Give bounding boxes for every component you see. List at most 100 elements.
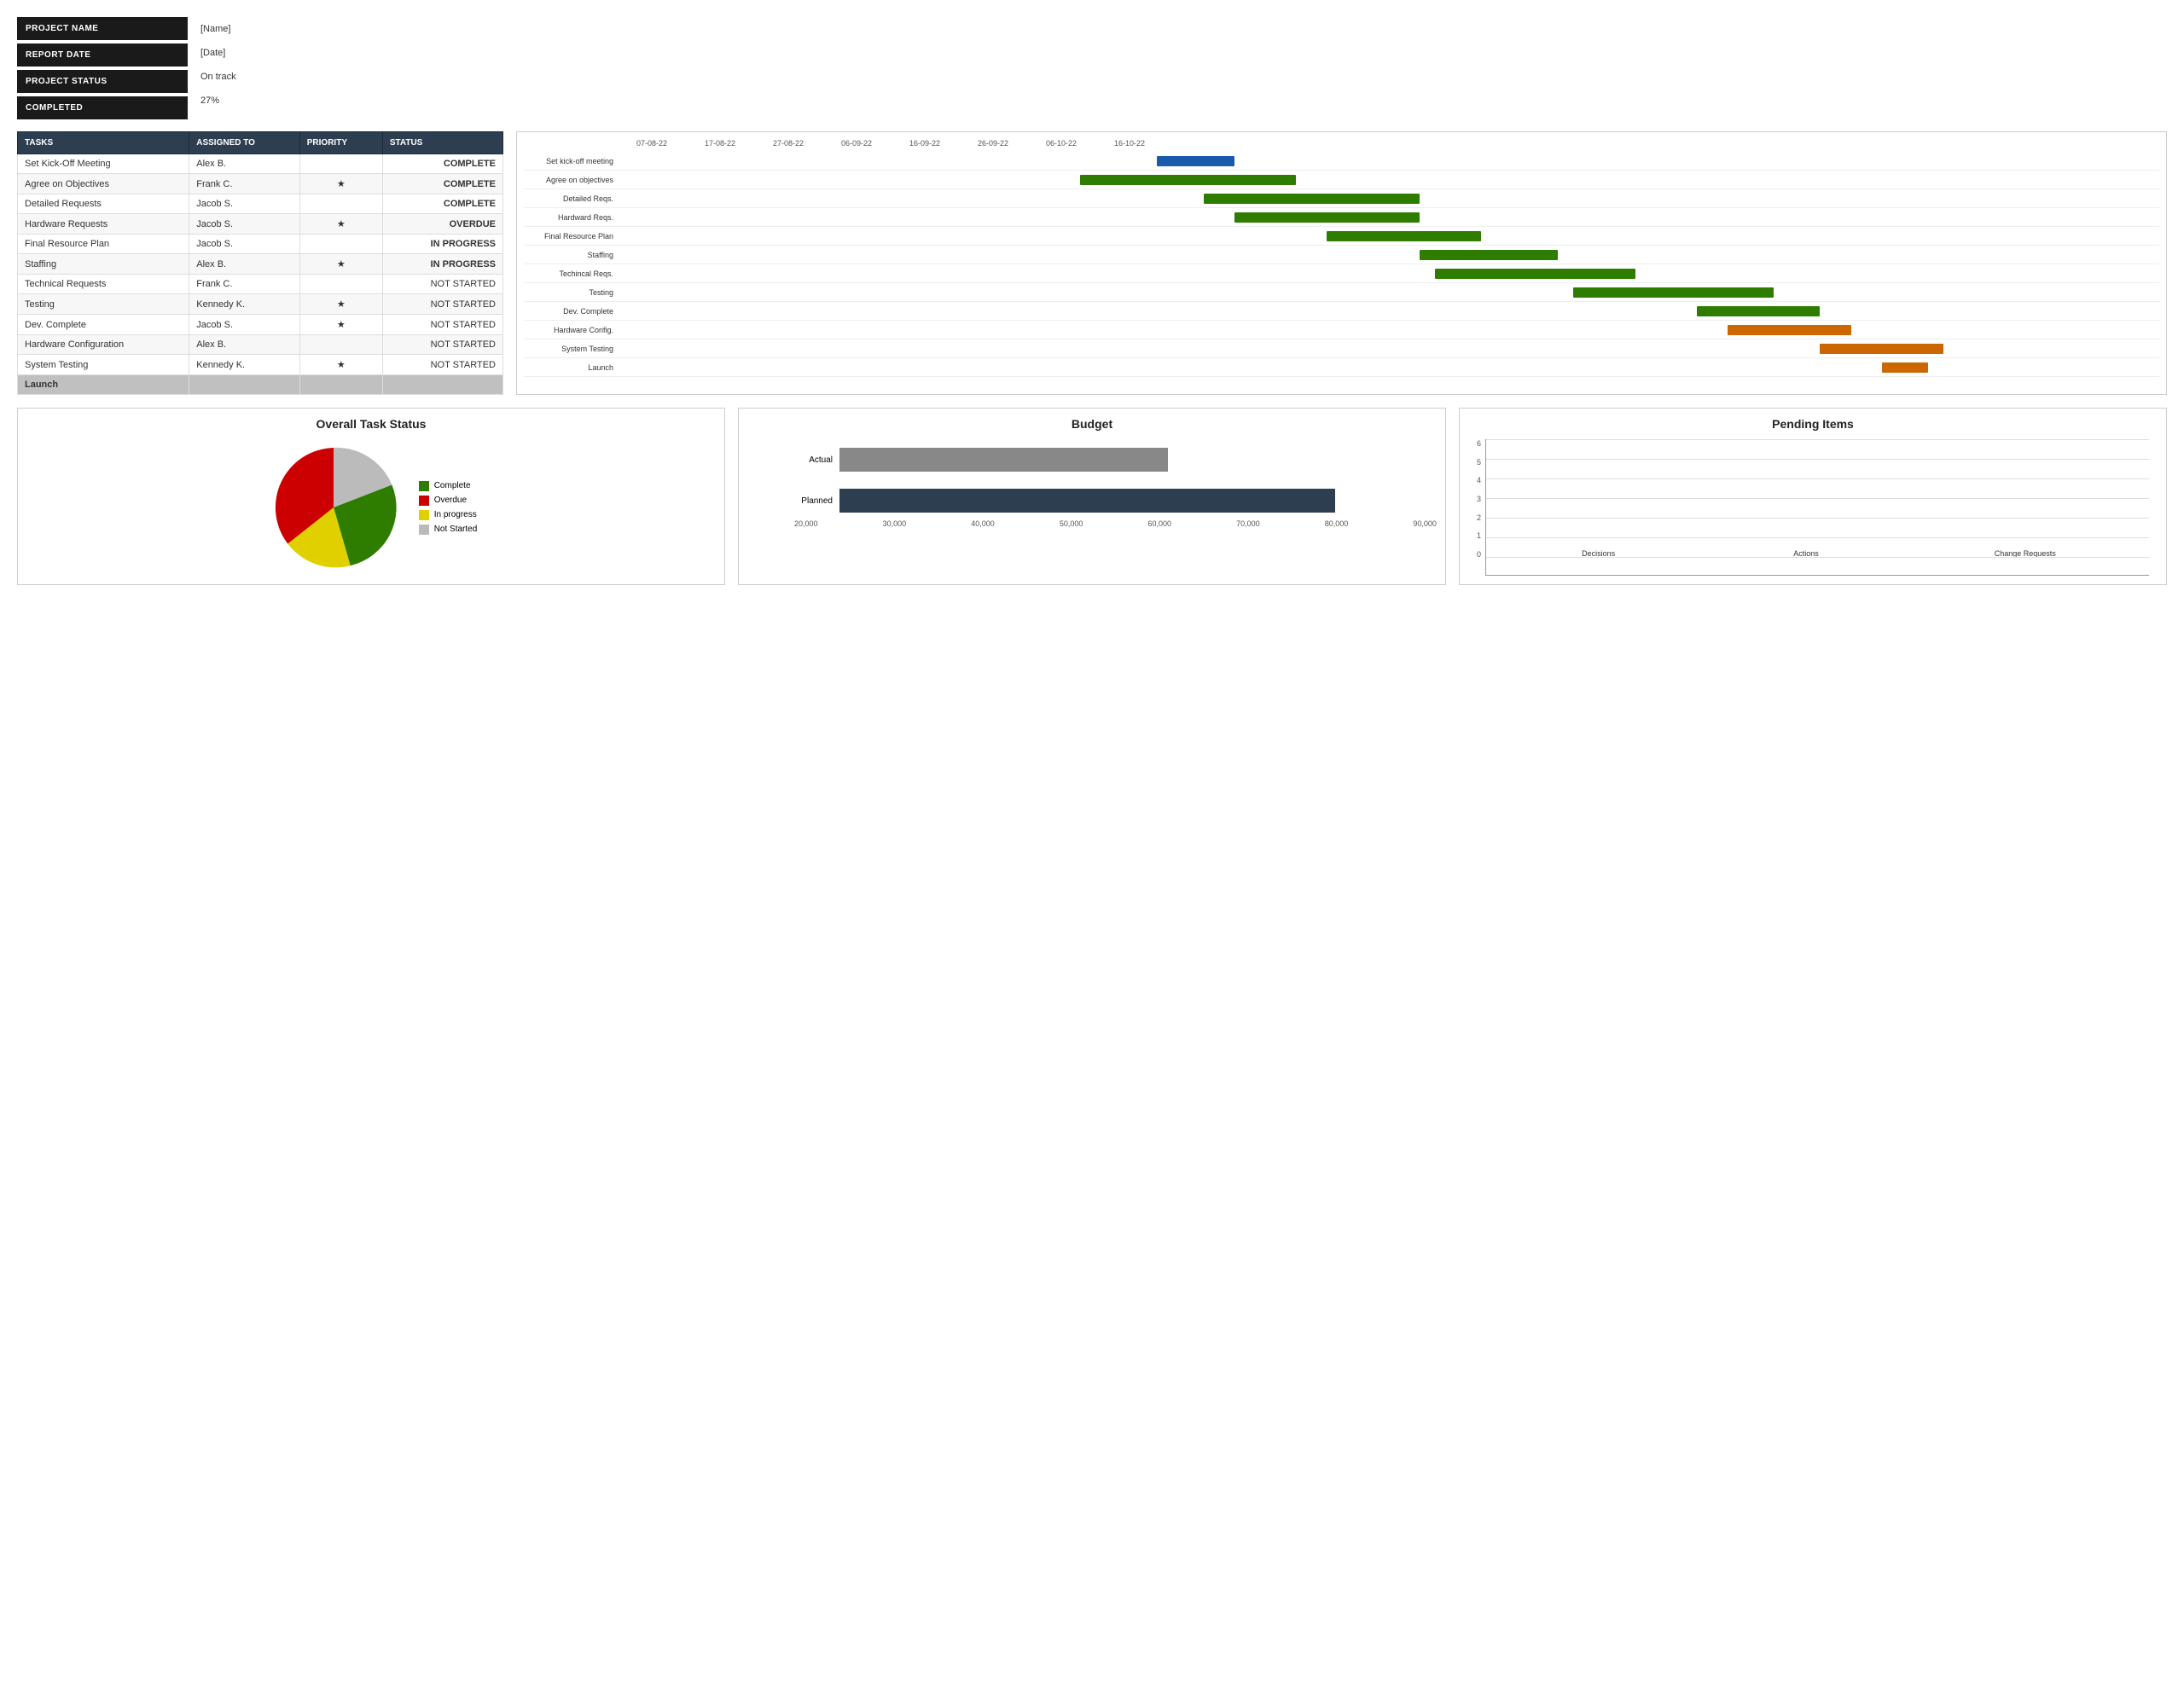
task-priority: ★ xyxy=(299,315,382,335)
task-status: IN PROGRESS xyxy=(382,235,502,254)
pie-section: Complete Overdue In progress Not Started xyxy=(26,439,716,576)
budget-axis-label: 40,000 xyxy=(971,519,995,528)
pending-y-axis: 0123456 xyxy=(1477,439,1481,576)
task-status: NOT STARTED xyxy=(382,335,502,355)
task-name: Set Kick-Off Meeting xyxy=(18,154,189,174)
task-status: COMPLETE xyxy=(382,194,502,214)
gantt-task-label: Techincal Reqs. xyxy=(524,270,618,278)
budget-row: Actual xyxy=(794,448,1437,472)
gantt-row: Launch xyxy=(524,358,2159,377)
budget-row: Planned xyxy=(794,489,1437,513)
budget-axis: 20,00030,00040,00050,00060,00070,00080,0… xyxy=(794,519,1437,528)
project-status-label: PROJECT STATUS xyxy=(17,70,188,93)
gantt-date-label: 07-08-22 xyxy=(618,139,686,148)
header-section: PROJECT NAME REPORT DATE PROJECT STATUS … xyxy=(17,17,2167,123)
budget-axis-label: 70,000 xyxy=(1236,519,1260,528)
gantt-timeline xyxy=(618,246,2159,264)
pending-y-label: 5 xyxy=(1477,458,1481,467)
table-row: Launch xyxy=(18,375,503,395)
gantt-bar xyxy=(1573,287,1774,298)
overall-status-chart: Overall Task Status Complete xyxy=(17,408,725,585)
task-status: OVERDUE xyxy=(382,214,502,235)
gantt-row: Techincal Reqs. xyxy=(524,264,2159,283)
col-tasks: TASKS xyxy=(18,132,189,154)
pie-chart-svg xyxy=(265,439,402,576)
report-date-label: REPORT DATE xyxy=(17,43,188,67)
task-name: Dev. Complete xyxy=(18,315,189,335)
completed-value: 27% xyxy=(188,89,249,113)
gantt-task-label: Detailed Reqs. xyxy=(524,194,618,203)
task-name: System Testing xyxy=(18,355,189,375)
gantt-timeline xyxy=(618,358,2159,377)
legend-label: Complete xyxy=(434,481,471,490)
budget-bar-wrap xyxy=(839,489,1437,513)
gantt-bar xyxy=(1435,269,1635,279)
table-row: Testing Kennedy K. ★ NOT STARTED xyxy=(18,294,503,315)
info-table: PROJECT NAME REPORT DATE PROJECT STATUS … xyxy=(17,17,188,123)
table-row: Final Resource Plan Jacob S. IN PROGRESS xyxy=(18,235,503,254)
gantt-date-label: 16-09-22 xyxy=(891,139,959,148)
legend-color xyxy=(419,510,429,520)
table-row: System Testing Kennedy K. ★ NOT STARTED xyxy=(18,355,503,375)
pending-gridline xyxy=(1486,518,2149,519)
task-priority: ★ xyxy=(299,254,382,275)
pending-gridline xyxy=(1486,439,2149,440)
report-date-value: [Date] xyxy=(188,41,249,65)
gantt-task-label: Hardward Reqs. xyxy=(524,213,618,222)
pending-bars-area: Decisions Actions Change Requests xyxy=(1485,439,2149,576)
pie-legend: Complete Overdue In progress Not Started xyxy=(419,481,478,535)
gantt-row: Hardware Config. xyxy=(524,321,2159,339)
gantt-task-label: Set kick-off meeting xyxy=(524,157,618,165)
task-assigned: Jacob S. xyxy=(189,194,300,214)
task-name: Launch xyxy=(18,375,189,395)
task-priority: ★ xyxy=(299,174,382,194)
table-row: Detailed Requests Jacob S. COMPLETE xyxy=(18,194,503,214)
task-status: NOT STARTED xyxy=(382,294,502,315)
task-status: IN PROGRESS xyxy=(382,254,502,275)
task-priority: ★ xyxy=(299,294,382,315)
pending-chart: Pending Items 0123456 Decisions Actions … xyxy=(1459,408,2167,585)
task-priority xyxy=(299,335,382,355)
legend-color xyxy=(419,481,429,491)
table-header-row: TASKS ASSIGNED TO PRIORITY STATUS xyxy=(18,132,503,154)
gantt-date-label: 27-08-22 xyxy=(754,139,822,148)
legend-color xyxy=(419,525,429,535)
completed-row: COMPLETED xyxy=(17,96,188,119)
task-status: NOT STARTED xyxy=(382,355,502,375)
overall-status-title: Overall Task Status xyxy=(26,417,716,431)
task-name: Detailed Requests xyxy=(18,194,189,214)
gantt-header: 07-08-2217-08-2227-08-2206-09-2216-09-22… xyxy=(618,139,2159,148)
pending-gridline xyxy=(1486,537,2149,538)
table-row: Hardware Requests Jacob S. ★ OVERDUE xyxy=(18,214,503,235)
gantt-rows: Set kick-off meetingAgree on objectivesD… xyxy=(524,152,2159,377)
gantt-bar xyxy=(1157,156,1234,166)
gantt-row: Hardward Reqs. xyxy=(524,208,2159,227)
table-row: Technical Requests Frank C. NOT STARTED xyxy=(18,275,503,294)
task-assigned: Alex B. xyxy=(189,154,300,174)
col-status: STATUS xyxy=(382,132,502,154)
task-status: NOT STARTED xyxy=(382,315,502,335)
pending-title: Pending Items xyxy=(1468,417,2158,431)
budget-bar-wrap xyxy=(839,448,1437,472)
task-assigned: Alex B. xyxy=(189,335,300,355)
pending-y-label: 4 xyxy=(1477,476,1481,484)
project-name-value: [Name] xyxy=(188,17,249,41)
gantt-task-label: System Testing xyxy=(524,345,618,353)
task-name: Testing xyxy=(18,294,189,315)
task-assigned: Jacob S. xyxy=(189,214,300,235)
gantt-bar xyxy=(1697,306,1821,316)
budget-chart: Budget Actual Planned 20,00030,00040,000… xyxy=(738,408,1446,585)
budget-row-label: Actual xyxy=(794,455,833,465)
task-name: Hardware Requests xyxy=(18,214,189,235)
report-date-row: REPORT DATE xyxy=(17,43,188,67)
budget-axis-label: 30,000 xyxy=(883,519,907,528)
legend-color xyxy=(419,496,429,506)
budget-bars: Actual Planned xyxy=(794,448,1437,513)
project-status-row: PROJECT STATUS xyxy=(17,70,188,93)
legend-item: In progress xyxy=(419,510,478,520)
gantt-bar xyxy=(1882,362,1928,373)
gantt-bar xyxy=(1204,194,1420,204)
pending-y-label: 1 xyxy=(1477,531,1481,540)
gantt-date-label: 06-09-22 xyxy=(822,139,891,148)
task-table-wrap: TASKS ASSIGNED TO PRIORITY STATUS Set Ki… xyxy=(17,131,503,395)
